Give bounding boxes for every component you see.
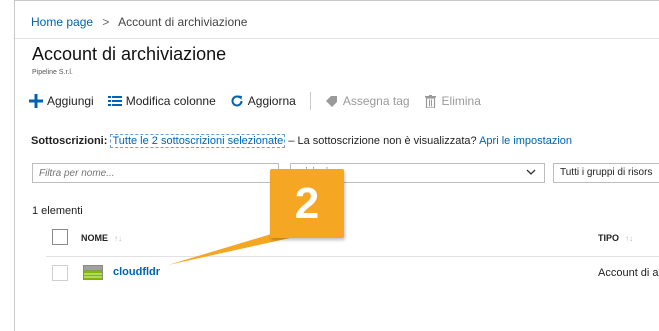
- breadcrumb: Home page > Account di archiviazione: [31, 15, 247, 29]
- breadcrumb-separator: >: [102, 15, 110, 29]
- chevron-down-icon: [526, 167, 536, 180]
- callout-badge: 2: [270, 169, 344, 238]
- edit-columns-label: Modifica colonne: [125, 94, 216, 108]
- storage-account-icon: [83, 265, 103, 280]
- refresh-button[interactable]: Aggiorna: [230, 94, 296, 108]
- column-header-name[interactable]: NOME ↑↓: [81, 233, 122, 243]
- storage-account-name-link[interactable]: cloudfldr: [113, 266, 160, 278]
- sort-icon: ↑↓: [114, 234, 122, 243]
- storage-account-type: Account di ar: [598, 267, 659, 279]
- subscriptions-question: – La sottoscrizione non è visualizzata?: [285, 135, 477, 147]
- open-settings-link[interactable]: Apri le impostazion: [479, 135, 572, 147]
- callout-number: 2: [294, 178, 320, 228]
- subscriptions-bar: Sottoscrizioni: Tutte le 2 sottoscrizion…: [31, 134, 572, 148]
- row-checkbox[interactable]: [52, 265, 68, 281]
- add-button-label: Aggiungi: [47, 94, 94, 108]
- plus-icon: [29, 94, 43, 108]
- assign-tag-label: Assegna tag: [342, 94, 410, 108]
- subscriptions-selected-link[interactable]: Tutte le 2 sottoscrizioni selezionate: [110, 134, 286, 148]
- page-title: Account di archiviazione: [32, 44, 227, 64]
- filter-name-input[interactable]: [32, 163, 279, 183]
- toolbar-separator: [309, 92, 311, 110]
- assign-tag-button[interactable]: Assegna tag: [325, 94, 410, 108]
- item-count: 1 elementi: [32, 205, 83, 217]
- columns-icon: [107, 94, 122, 108]
- resource-group-dropdown-value: Tutti i gruppi di risors: [560, 167, 653, 178]
- column-header-name-label: NOME: [81, 233, 108, 243]
- delete-label: Elimina: [441, 94, 481, 108]
- select-all-checkbox[interactable]: [52, 229, 68, 245]
- refresh-label: Aggiorna: [247, 94, 296, 108]
- breadcrumb-home-link[interactable]: Home page: [31, 15, 93, 29]
- breadcrumb-current: Account di archiviazione: [118, 15, 248, 29]
- refresh-icon: [230, 94, 244, 108]
- resource-group-dropdown[interactable]: Tutti i gruppi di risors: [553, 163, 659, 183]
- trash-icon: [424, 94, 438, 108]
- command-bar: Aggiungi Modifica colonne Aggiorna Asseg…: [29, 88, 495, 114]
- column-header-type[interactable]: TIPO ↑↓: [598, 233, 633, 243]
- add-button[interactable]: Aggiungi: [29, 94, 94, 108]
- sort-icon: ↑↓: [625, 234, 634, 243]
- page-subtitle: Pipeline S.r.l.: [32, 69, 73, 76]
- subscriptions-label: Sottoscrizioni:: [31, 135, 108, 147]
- tag-icon: [325, 94, 339, 108]
- main-blade: Home page > Account di archiviazione Acc…: [14, 0, 659, 331]
- delete-button[interactable]: Elimina: [424, 94, 481, 108]
- breadcrumb-divider: [15, 38, 659, 39]
- column-header-type-label: TIPO: [598, 233, 620, 243]
- edit-columns-button[interactable]: Modifica colonne: [107, 94, 216, 108]
- table-header-divider: [46, 256, 659, 257]
